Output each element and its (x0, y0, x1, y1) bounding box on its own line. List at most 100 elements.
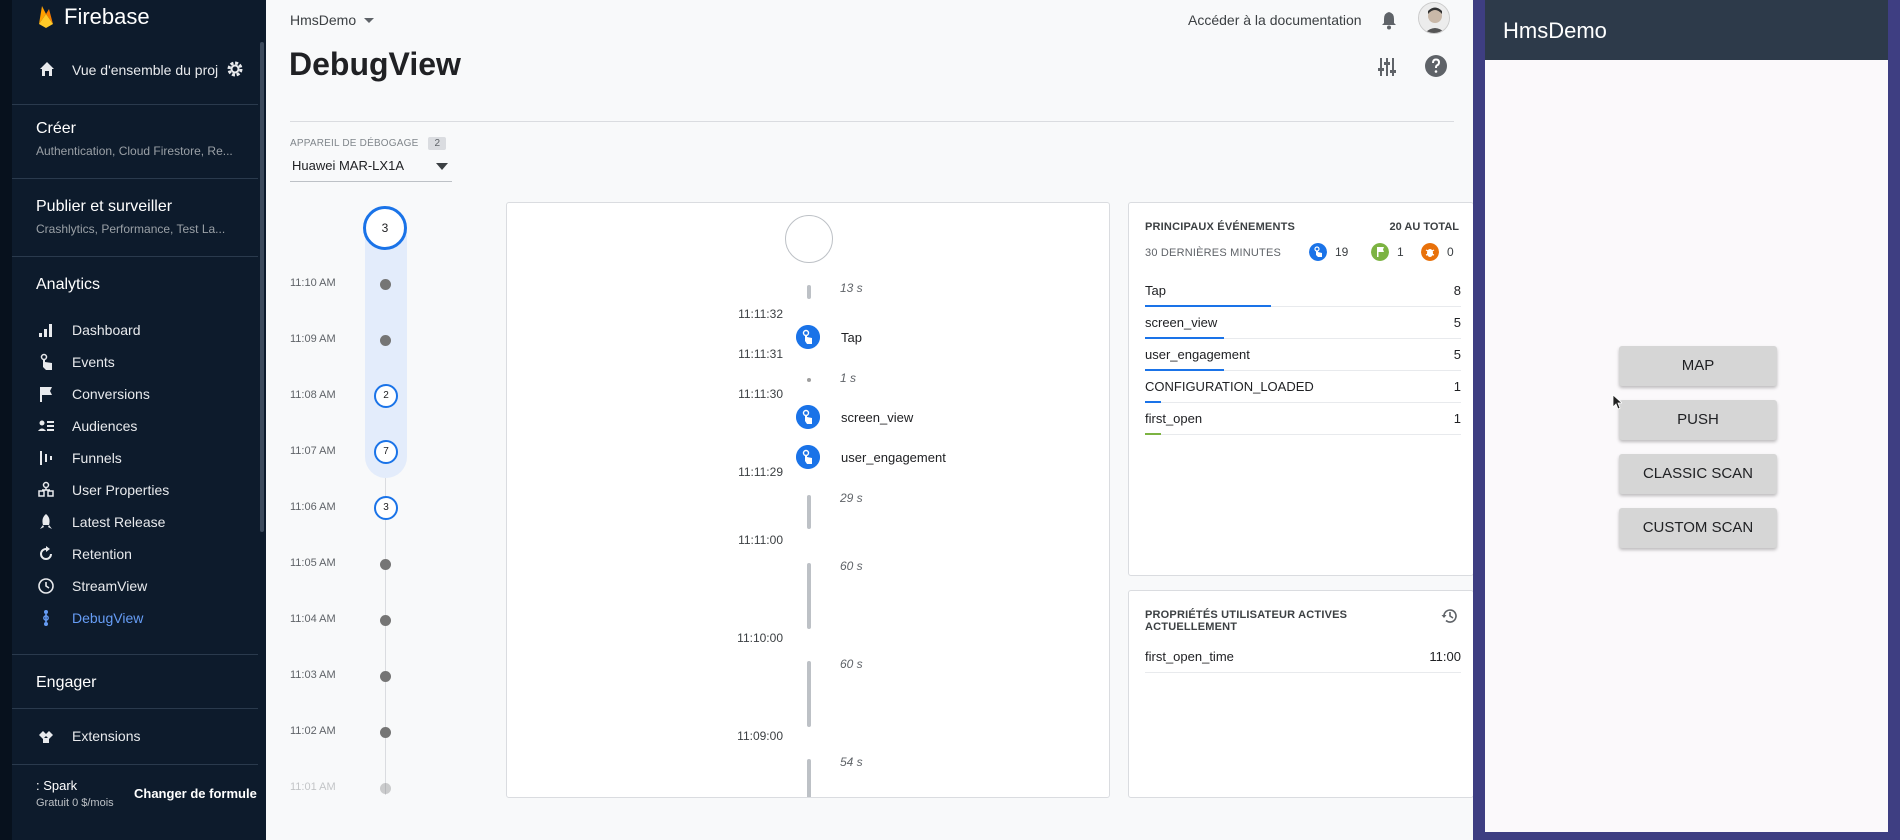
stream-event[interactable]: screen_view (796, 405, 1096, 429)
sidebar-item-streamview[interactable]: StreamView (12, 570, 258, 602)
minute-row[interactable]: 11:03 AM (290, 664, 470, 688)
minute-row[interactable]: 11:07 AM 7 (290, 440, 470, 464)
top-event-name: user_engagement (1145, 347, 1250, 362)
sidebar-item-user-properties[interactable]: User Properties (12, 474, 258, 506)
debug-device-select[interactable]: Huawei MAR-LX1A (290, 154, 452, 182)
sidebar-item-audiences[interactable]: Audiences (12, 410, 258, 442)
project-overview-link[interactable]: Vue d'ensemble du proj (12, 48, 258, 92)
minute-time: 11:02 AM (290, 725, 336, 737)
sidebar-section-build[interactable]: Créer Authentication, Cloud Firestore, R… (36, 120, 240, 158)
sidebar-divider (12, 178, 258, 179)
map-button[interactable]: MAP (1619, 346, 1777, 386)
notifications-bell-icon[interactable] (1380, 10, 1398, 30)
sidebar-item-extensions[interactable]: Extensions (12, 720, 258, 752)
sidebar-item-dashboard[interactable]: Dashboard (12, 314, 258, 346)
minute-row[interactable]: 11:04 AM (290, 608, 470, 632)
history-icon[interactable] (1441, 607, 1459, 625)
custom-scan-button[interactable]: CUSTOM SCAN (1619, 508, 1777, 548)
section-subtitle: Crashlytics, Performance, Test La... (36, 222, 226, 236)
minute-time: 11:06 AM (290, 501, 336, 513)
touch-icon (796, 445, 820, 469)
user-avatar-icon (1419, 3, 1449, 33)
user-properties-card: PROPRIÉTÉS UTILISATEUR ACTIVES ACTUELLEM… (1128, 590, 1474, 798)
minute-row[interactable]: 11:05 AM (290, 552, 470, 576)
sidebar-item-latest-release[interactable]: Latest Release (12, 506, 258, 538)
sidebar-item-label: Events (72, 354, 115, 370)
top-event-count: 1 (1453, 379, 1461, 394)
debug-device-label: APPAREIL DE DÉBOGAGE 2 (290, 137, 447, 150)
top-event-name: screen_view (1145, 315, 1218, 330)
minute-time: 11:08 AM (290, 389, 336, 401)
minute-row[interactable]: 11:08 AM 2 (290, 384, 470, 408)
sidebar-item-events[interactable]: Events (12, 346, 258, 378)
classic-scan-button[interactable]: CLASSIC SCAN (1619, 454, 1777, 494)
minute-count-badge: 3 (374, 496, 398, 520)
firebase-logo[interactable]: Firebase (38, 4, 150, 30)
user-property-row[interactable]: first_open_time 11:00 (1145, 643, 1461, 673)
stream-event[interactable]: Tap (796, 325, 1096, 349)
sidebar: Firebase Vue d'ensemble du proj Créer Au… (0, 0, 266, 840)
user-avatar[interactable] (1418, 2, 1450, 34)
user-properties-title: PROPRIÉTÉS UTILISATEUR ACTIVES ACTUELLEM… (1145, 609, 1348, 633)
documentation-link[interactable]: Accéder à la documentation (1188, 12, 1362, 28)
sidebar-item-label: Retention (72, 546, 132, 562)
sidebar-item-funnels[interactable]: Funnels (12, 442, 258, 474)
minutes-timeline-current[interactable]: 3 (363, 206, 407, 250)
page-title: DebugView (289, 46, 461, 82)
chevron-down-icon (364, 17, 375, 23)
stream-gap-duration: 54 s (840, 755, 863, 769)
sidebar-item-label: Conversions (72, 386, 150, 402)
top-event-row[interactable]: screen_view 5 (1145, 307, 1461, 339)
change-plan-link[interactable]: Changer de formule (134, 786, 257, 801)
top-event-name: first_open (1145, 411, 1203, 426)
help-icon[interactable] (1424, 54, 1448, 78)
analytics-section-title[interactable]: Analytics (36, 276, 100, 294)
gear-icon[interactable] (226, 60, 244, 78)
minute-row[interactable]: 11:10 AM (290, 272, 470, 296)
top-event-row[interactable]: user_engagement 5 (1145, 339, 1461, 371)
stat-value: 1 (1397, 245, 1404, 259)
stream-gap-bar (807, 759, 811, 797)
user-property-value: 11:00 (1429, 649, 1461, 664)
section-title: Créer (36, 120, 77, 137)
stream-gap-dot (807, 378, 811, 382)
stream-event[interactable]: user_engagement (796, 445, 1096, 469)
sidebar-item-label: Dashboard (72, 322, 141, 338)
engage-section-title[interactable]: Engager (36, 674, 97, 692)
sidebar-item-conversions[interactable]: Conversions (12, 378, 258, 410)
top-event-row[interactable]: Tap 8 (1145, 275, 1461, 307)
sidebar-scrollbar[interactable] (260, 42, 264, 532)
filter-settings-icon[interactable] (1376, 56, 1398, 78)
minute-dot (380, 671, 391, 682)
minute-row[interactable]: 11:02 AM (290, 720, 470, 744)
push-button[interactable]: PUSH (1619, 400, 1777, 440)
sidebar-item-debugview[interactable]: DebugView (12, 602, 258, 634)
stream-timestamp: 11:11:31 (738, 347, 783, 361)
plan-info: : Spark Gratuit 0 $/mois (36, 778, 114, 809)
top-events-title: PRINCIPAUX ÉVÉNEMENTS (1145, 221, 1296, 233)
seconds-stream-card: 13 s 11:11:32 Tap 11:11:31 1 s 11:11:30 … (506, 202, 1110, 798)
sidebar-item-retention[interactable]: Retention (12, 538, 258, 570)
project-overview-label: Vue d'ensemble du proj (72, 62, 219, 78)
minute-time: 11:03 AM (290, 669, 336, 681)
stream-event-name: Tap (841, 330, 862, 345)
flag-icon (1371, 243, 1389, 261)
touch-icon (1309, 243, 1327, 261)
stream-gap-duration: 13 s (840, 281, 863, 295)
section-subtitle: Authentication, Cloud Firestore, Re... (36, 144, 233, 158)
bug-icon (1421, 243, 1439, 261)
top-event-row[interactable]: CONFIGURATION_LOADED 1 (1145, 371, 1461, 403)
top-events-total: 20 AU TOTAL (1389, 221, 1459, 233)
minute-row[interactable]: 11:01 AM (290, 776, 470, 800)
project-selector[interactable]: HmsDemo (290, 12, 375, 28)
sidebar-item-label: StreamView (72, 578, 148, 594)
minute-row[interactable]: 11:06 AM 3 (290, 496, 470, 520)
app-toolbar: HmsDemo (1485, 0, 1888, 60)
sidebar-section-release[interactable]: Publier et surveiller Crashlytics, Perfo… (36, 198, 240, 236)
top-event-row[interactable]: first_open 1 (1145, 403, 1461, 435)
sidebar-item-label: Latest Release (72, 514, 166, 530)
top-event-count: 1 (1453, 411, 1461, 426)
stat-value: 0 (1447, 245, 1454, 259)
minute-row[interactable]: 11:09 AM (290, 328, 470, 352)
stream-timestamp: 11:10:00 (737, 631, 783, 645)
